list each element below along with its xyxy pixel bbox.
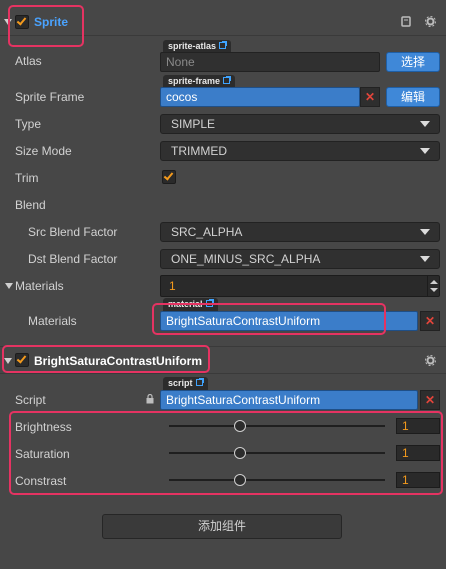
sprite-frame-field[interactable]: cocos [160, 87, 360, 107]
brightness-label: Brightness [15, 420, 72, 434]
script-field[interactable]: BrightSaturaContrastUniform [160, 390, 418, 410]
contrast-slider-handle[interactable] [234, 474, 247, 486]
type-select[interactable]: SIMPLE [160, 114, 440, 134]
custom-component-header[interactable]: BrightSaturaContrastUniform [0, 346, 446, 374]
src-blend-factor-label: Src Blend Factor [28, 225, 118, 239]
material-tag-text: material [168, 299, 203, 309]
materials-expand-icon[interactable] [5, 283, 13, 289]
materials-count-value: 1 [169, 279, 176, 293]
saturation-slider[interactable] [169, 447, 385, 459]
materials-count-field[interactable]: 1 [160, 275, 440, 297]
expand-triangle-icon[interactable] [4, 19, 12, 25]
script-tag: script [163, 377, 208, 390]
sprite-component-header[interactable]: Sprite [0, 8, 446, 36]
script-tag-text: script [168, 378, 193, 388]
src-blend-factor-value: SRC_ALPHA [171, 225, 243, 239]
lock-icon [146, 393, 154, 407]
sprite-frame-tag-text: sprite-frame [168, 76, 221, 86]
checkmark-icon [16, 353, 27, 364]
brightness-slider[interactable] [169, 420, 385, 432]
size-mode-label: Size Mode [15, 144, 72, 158]
count-stepper[interactable] [427, 276, 439, 296]
atlas-select-button[interactable]: 选择 [386, 52, 440, 72]
expand-triangle-icon[interactable] [4, 358, 12, 364]
trim-checkbox[interactable] [162, 170, 176, 184]
clear-material-icon[interactable]: ✕ [420, 311, 440, 331]
src-blend-factor-select[interactable]: SRC_ALPHA [160, 222, 440, 242]
dropdown-arrow-icon [420, 121, 430, 127]
clear-sprite-frame-icon[interactable]: ✕ [360, 87, 380, 107]
contrast-label: Constrast [15, 474, 67, 488]
saturation-label: Saturation [15, 447, 70, 461]
custom-enabled-checkbox[interactable] [15, 353, 29, 367]
clear-script-icon[interactable]: ✕ [420, 390, 440, 410]
blend-label: Blend [15, 198, 46, 212]
type-select-value: SIMPLE [171, 117, 216, 131]
checkmark-icon [16, 15, 27, 26]
dst-blend-factor-value: ONE_MINUS_SRC_ALPHA [171, 252, 321, 266]
contrast-input[interactable]: 1 [396, 472, 440, 488]
link-icon[interactable] [219, 41, 228, 49]
checkmark-icon [163, 170, 174, 181]
sprite-frame-edit-button[interactable]: 编辑 [386, 87, 440, 107]
dropdown-arrow-icon [420, 256, 430, 262]
spin-up-icon[interactable] [430, 280, 438, 284]
materials-array-label: Materials [15, 279, 64, 293]
material-field[interactable]: BrightSaturaContrastUniform [160, 311, 418, 331]
brightness-slider-handle[interactable] [234, 420, 247, 432]
inspector-panel: Sprite Atlas sprite-atlas None 选择 Sprite… [0, 0, 446, 569]
gear-icon[interactable] [425, 355, 436, 368]
link-icon[interactable] [223, 76, 232, 84]
atlas-field[interactable]: None [160, 52, 380, 72]
book-icon[interactable] [401, 16, 411, 29]
spin-down-icon[interactable] [430, 288, 438, 292]
material-tag: material [163, 298, 218, 311]
dropdown-arrow-icon [420, 229, 430, 235]
script-label: Script [15, 393, 46, 407]
contrast-slider[interactable] [169, 474, 385, 486]
saturation-input[interactable]: 1 [396, 445, 440, 461]
gear-icon[interactable] [425, 16, 436, 29]
sprite-frame-label: Sprite Frame [15, 90, 85, 104]
size-mode-select[interactable]: TRIMMED [160, 141, 440, 161]
trim-label: Trim [15, 171, 39, 185]
saturation-slider-handle[interactable] [234, 447, 247, 459]
dst-blend-factor-label: Dst Blend Factor [28, 252, 118, 266]
size-mode-select-value: TRIMMED [171, 144, 227, 158]
materials-item-label: Materials [28, 314, 77, 328]
sprite-enabled-checkbox[interactable] [15, 15, 29, 29]
type-label: Type [15, 117, 42, 131]
link-icon[interactable] [195, 378, 204, 386]
brightness-input[interactable]: 1 [396, 418, 440, 434]
dst-blend-factor-select[interactable]: ONE_MINUS_SRC_ALPHA [160, 249, 440, 269]
sprite-atlas-tag-text: sprite-atlas [168, 41, 217, 51]
link-icon[interactable] [205, 299, 214, 307]
add-component-button[interactable]: 添加组件 [102, 514, 342, 539]
custom-component-title: BrightSaturaContrastUniform [34, 354, 203, 368]
atlas-label: Atlas [15, 54, 42, 68]
sprite-component-title: Sprite [34, 15, 69, 29]
dropdown-arrow-icon [420, 148, 430, 154]
